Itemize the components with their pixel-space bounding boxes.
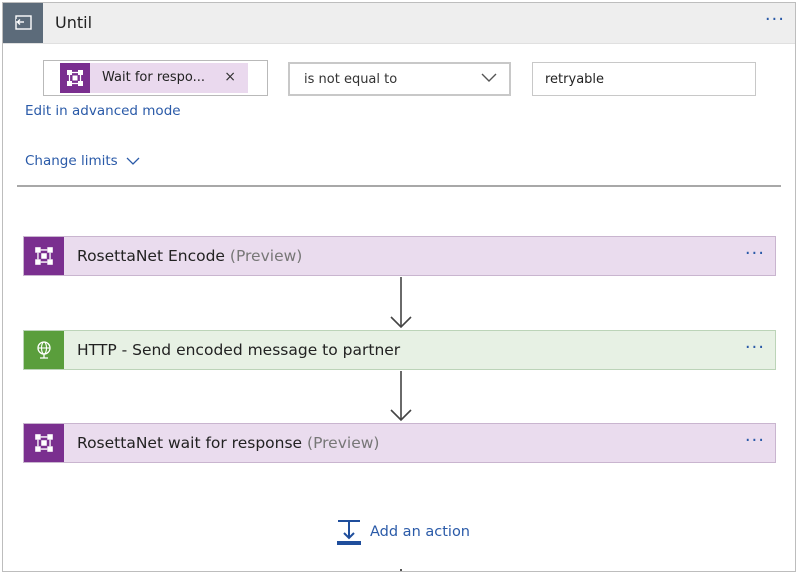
until-icon — [3, 3, 43, 43]
condition-value-input[interactable] — [532, 62, 756, 96]
rosettanet-connector-icon — [60, 63, 90, 93]
flow-arrow-icon — [390, 277, 412, 329]
until-header[interactable]: Until ··· — [3, 3, 795, 44]
flow-connector-stub — [400, 569, 402, 571]
operator-selected-value: is not equal to — [304, 72, 398, 87]
add-step-icon — [337, 520, 361, 545]
remove-token-close-icon[interactable]: × — [224, 69, 236, 85]
add-action-label: Add an action — [370, 524, 470, 540]
chevron-down-icon — [126, 157, 140, 165]
action-title: HTTP - Send encoded message to partner — [77, 341, 401, 359]
until-title: Until — [55, 13, 93, 32]
condition-left-operand-field[interactable]: Wait for respo... × — [43, 60, 268, 96]
action-card-http-send[interactable]: HTTP - Send encoded message to partner ·… — [23, 330, 776, 370]
action-title: RosettaNet wait for response (Preview) — [77, 434, 380, 452]
condition-operator-dropdown[interactable]: is not equal to — [288, 62, 511, 96]
until-scope-card: Until ··· Wait for respo... × is not equ… — [2, 2, 796, 572]
flow-arrow-icon — [390, 371, 412, 422]
rosettanet-connector-icon — [24, 237, 64, 275]
action-more-options-button[interactable]: ··· — [745, 243, 765, 264]
edit-advanced-mode-link[interactable]: Edit in advanced mode — [25, 103, 181, 119]
chevron-down-icon — [481, 73, 497, 82]
section-divider — [17, 185, 781, 187]
action-more-options-button[interactable]: ··· — [745, 430, 765, 451]
action-card-rosettanet-encode[interactable]: RosettaNet Encode (Preview) ··· — [23, 236, 776, 276]
action-title: RosettaNet Encode (Preview) — [77, 247, 303, 265]
rosettanet-connector-icon — [24, 424, 64, 462]
action-card-rosettanet-wait[interactable]: RosettaNet wait for response (Preview) ·… — [23, 423, 776, 463]
change-limits-label: Change limits — [25, 153, 118, 169]
token-label: Wait for respo... — [102, 70, 206, 85]
globe-icon — [24, 331, 64, 369]
change-limits-link[interactable]: Change limits — [25, 153, 140, 169]
action-more-options-button[interactable]: ··· — [745, 337, 765, 358]
dynamic-content-token[interactable]: Wait for respo... × — [60, 63, 248, 93]
until-more-options-button[interactable]: ··· — [765, 9, 785, 30]
